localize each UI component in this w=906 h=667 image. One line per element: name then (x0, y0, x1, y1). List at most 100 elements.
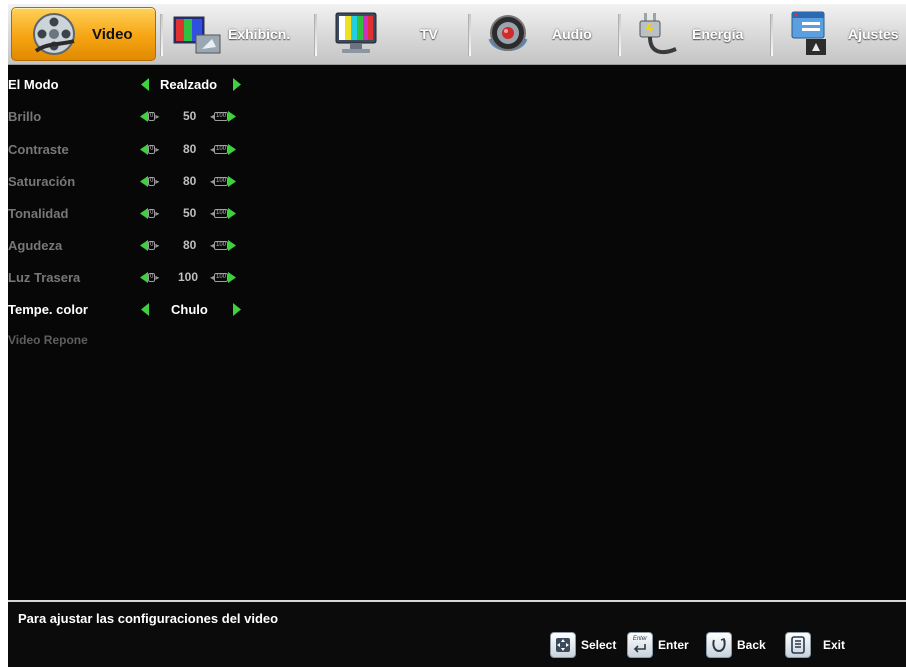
tab-audio-label: Audio (552, 26, 592, 42)
increase-control[interactable]: ◂ 100 (210, 143, 237, 155)
arrow-right-icon (228, 110, 237, 122)
max-indicator: 100 (214, 208, 229, 218)
arrow-left-icon[interactable] (141, 78, 149, 91)
tab-divider (468, 14, 471, 56)
key-hint-back: Back (706, 632, 766, 658)
setting-value: 100 (178, 270, 199, 284)
setting-video-repone[interactable]: Video Repone (8, 326, 268, 354)
color-bars-display-icon (173, 16, 221, 54)
tab-ajustes[interactable]: Ajustes (776, 7, 906, 61)
setting-brillo[interactable]: Brillo 0 ▸ 50 ◂ 100 (8, 102, 268, 130)
setting-saturacion[interactable]: Saturación 0 ▸ 80 ◂ 100 (8, 167, 268, 195)
decrease-control[interactable]: 0 ▸ (140, 207, 159, 219)
arrow-right-icon (228, 175, 237, 187)
decrease-control[interactable]: 0 ▸ (140, 143, 159, 155)
film-reel-icon (33, 13, 75, 55)
menu-tab-bar: Video Exhibicn. TV Audio Energía Ajustes (8, 4, 906, 65)
arrow-right-icon (228, 239, 237, 251)
setting-value: 50 (183, 206, 197, 220)
dpad-icon (550, 632, 576, 658)
exit-menu-icon (785, 632, 811, 658)
increase-control[interactable]: ◂ 100 (210, 239, 237, 251)
tab-tv[interactable]: TV (320, 7, 462, 61)
arrow-left-icon (140, 239, 148, 251)
increase-control[interactable]: ◂ 100 (210, 110, 237, 122)
setting-label: Saturación (8, 173, 76, 189)
key-hint-enter: Enter Enter (627, 632, 689, 658)
arrow-left-icon (140, 207, 148, 219)
setting-luz-trasera[interactable]: Luz Trasera 0 ▸ 100 ◂ 100 (8, 263, 268, 291)
setting-label: Tonalidad (8, 205, 69, 221)
arrow-left-icon (140, 175, 148, 187)
decrease-control[interactable]: 0 ▸ (140, 175, 159, 187)
arrow-right-icon[interactable] (233, 303, 241, 316)
setting-value: 50 (183, 109, 197, 123)
key-hint-label: Exit (823, 638, 846, 652)
tab-ajustes-label: Ajustes (848, 26, 899, 42)
min-indicator: 0 (148, 240, 156, 250)
help-text: Para ajustar las configuraciones del vid… (18, 611, 279, 626)
tab-divider (618, 14, 621, 56)
tab-divider (314, 14, 317, 56)
decrease-control[interactable]: 0 ▸ (140, 110, 159, 122)
tv-monitor-icon (335, 12, 377, 53)
tab-exhibicion[interactable]: Exhibicn. (166, 7, 306, 61)
back-arrow-icon (706, 632, 732, 658)
enter-key-text: Enter (632, 636, 648, 642)
setting-tempe-color[interactable]: Tempe. color Chulo (8, 295, 268, 323)
tv-osd-menu: Video Exhibicn. TV Audio Energía Ajustes… (8, 4, 906, 667)
setting-value: 80 (183, 238, 197, 252)
setting-label: El Modo (8, 76, 59, 92)
setting-label: Tempe. color (8, 301, 88, 317)
setting-contraste[interactable]: Contraste 0 ▸ 80 ◂ 100 (8, 135, 268, 163)
tab-energia-label: Energía (692, 26, 744, 42)
max-indicator: 100 (214, 272, 229, 282)
setting-value: 80 (183, 142, 197, 156)
setting-label: Video Repone (8, 333, 88, 347)
setting-value: Realzado (160, 76, 218, 92)
min-indicator: 0 (148, 176, 156, 186)
tab-divider (160, 14, 163, 56)
help-bar: Para ajustar las configuraciones del vid… (8, 600, 906, 667)
setting-value: 80 (183, 174, 197, 188)
decrease-control[interactable]: 0 ▸ (140, 271, 159, 283)
setting-el-modo[interactable]: El Modo Realzado (8, 70, 268, 98)
key-hint-label: Back (737, 638, 766, 652)
tab-energia[interactable]: Energía (624, 7, 764, 61)
arrow-left-icon (140, 143, 148, 155)
max-indicator: 100 (214, 176, 229, 186)
tab-video-label: Video (92, 25, 133, 43)
power-plug-icon (639, 13, 677, 55)
setting-tonalidad[interactable]: Tonalidad 0 ▸ 50 ◂ 100 (8, 199, 268, 227)
max-indicator: 100 (214, 240, 229, 250)
arrow-right-icon[interactable] (233, 78, 241, 91)
key-hint-label: Select (581, 638, 617, 652)
min-indicator: 0 (148, 111, 156, 121)
arrow-left-icon (140, 271, 148, 283)
tab-video[interactable]: Video (11, 7, 156, 61)
increase-control[interactable]: ◂ 100 (210, 175, 237, 187)
settings-window-icon (791, 11, 826, 55)
max-indicator: 100 (214, 111, 229, 121)
setting-label: Luz Trasera (8, 269, 81, 285)
tab-tv-label: TV (420, 26, 438, 42)
arrow-right-icon (228, 143, 237, 155)
setting-label: Agudeza (8, 237, 63, 253)
enter-key-icon: Enter (627, 632, 653, 658)
decrease-control[interactable]: 0 ▸ (140, 239, 159, 251)
increase-control[interactable]: ◂ 100 (210, 207, 237, 219)
min-indicator: 0 (148, 272, 156, 282)
min-indicator: 0 (148, 208, 156, 218)
arrow-right-icon (228, 207, 237, 219)
max-indicator: 100 (214, 144, 229, 154)
key-hint-label: Enter (658, 638, 689, 652)
key-hint-exit: Exit (785, 632, 845, 658)
setting-agudeza[interactable]: Agudeza 0 ▸ 80 ◂ 100 (8, 231, 268, 259)
arrow-left-icon[interactable] (141, 303, 149, 316)
arrow-left-icon (140, 110, 148, 122)
speaker-icon (488, 15, 528, 51)
tab-audio[interactable]: Audio (474, 7, 612, 61)
setting-value: Chulo (171, 301, 208, 317)
key-hint-select: Select (550, 632, 616, 658)
increase-control[interactable]: ◂ 100 (210, 271, 237, 283)
